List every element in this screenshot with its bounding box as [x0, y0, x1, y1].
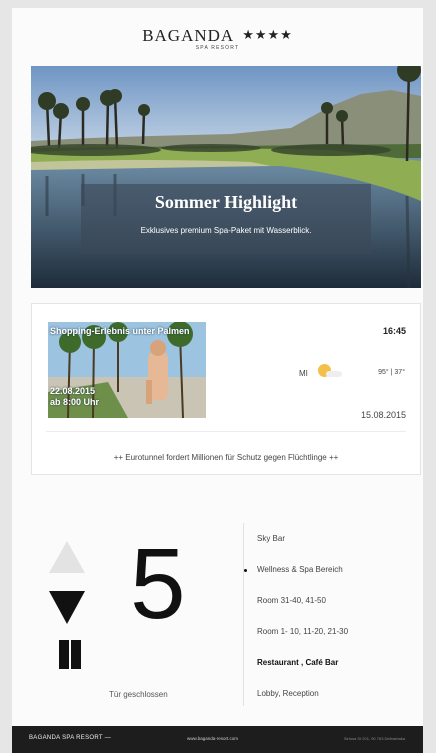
brand-subtitle: SPA RESORT: [195, 45, 240, 51]
footer-brand: BAGANDA SPA RESORT —: [29, 735, 112, 741]
door-closed-icon: [59, 640, 81, 669]
floor-item: Room 31-40, 41-50: [257, 590, 348, 621]
footer-bar: BAGANDA SPA RESORT — www.baganda-resort.…: [12, 726, 423, 753]
vertical-divider: [243, 523, 244, 706]
arrow-up-icon: [49, 541, 85, 573]
footer-website-link[interactable]: www.baganda-resort.com: [187, 736, 238, 741]
hero-banner[interactable]: Sommer Highlight Exklusives premium Spa-…: [31, 66, 421, 288]
floor-label: Room 31-40, 41-50: [257, 596, 326, 605]
weather-day: MI: [299, 369, 308, 378]
hero-subtitle: Exklusives premium Spa-Paket mit Wasserb…: [140, 226, 312, 235]
hero-caption-box: Sommer Highlight Exklusives premium Spa-…: [81, 184, 371, 254]
floor-label: Sky Bar: [257, 534, 286, 543]
arrow-down-icon: [49, 591, 85, 624]
current-date: 15.08.2015: [360, 410, 406, 420]
signage-screen: BAGANDA ★★★★ SPA RESORT Sommer Highlight…: [12, 8, 423, 753]
info-panel: Shopping-Erlebnis unter Palmen 22.08.201…: [31, 303, 421, 475]
promo-date: 22.08.2015: [50, 386, 96, 396]
divider: [46, 431, 406, 432]
floor-directory: Sky Bar Wellness & Spa Bereich Room 31-4…: [244, 528, 348, 714]
hero-title: Sommer Highlight: [154, 192, 298, 212]
promo-image[interactable]: Shopping-Erlebnis unter Palmen 22.08.201…: [48, 322, 206, 418]
floor-label: Restaurant , Café Bar: [257, 658, 339, 667]
star-rating: ★★★★: [242, 27, 293, 42]
news-ticker: ++ Eurotunnel fordert Millionen für Schu…: [113, 453, 339, 462]
floor-item: Room 1- 10, 11-20, 21-30: [257, 621, 348, 652]
floor-label: Room 1- 10, 11-20, 21-30: [257, 627, 349, 636]
footer-address: Sirtusa St 201, 90 763 Delbarbaka: [343, 736, 405, 741]
floor-item: Lobby, Reception: [257, 683, 348, 714]
floor-label: Lobby, Reception: [257, 689, 319, 698]
temperature: 95° | 37°: [378, 369, 405, 376]
promo-date-time: 22.08.2015 ab 8:00 Uhr: [50, 386, 99, 408]
promo-title: Shopping-Erlebnis unter Palmen: [50, 326, 190, 336]
floor-label: Wellness & Spa Bereich: [257, 565, 343, 574]
current-floor-dot-icon: [244, 569, 247, 572]
floor-item: Sky Bar: [257, 528, 348, 559]
hero-lake-image: [31, 66, 421, 288]
floor-item: Restaurant , Café Bar: [257, 652, 348, 683]
current-floor-number: 5: [130, 528, 186, 640]
brand-name: BAGANDA: [142, 26, 235, 45]
door-gap: [69, 640, 71, 669]
clock-time: 16:45: [382, 326, 406, 336]
promo-time: ab 8:00 Uhr: [50, 397, 100, 407]
brand-header: BAGANDA ★★★★ SPA RESORT: [12, 26, 423, 51]
floor-item-current: Wellness & Spa Bereich: [244, 559, 348, 590]
cloud-icon: [326, 371, 342, 377]
door-status: Tür geschlossen: [109, 690, 168, 699]
